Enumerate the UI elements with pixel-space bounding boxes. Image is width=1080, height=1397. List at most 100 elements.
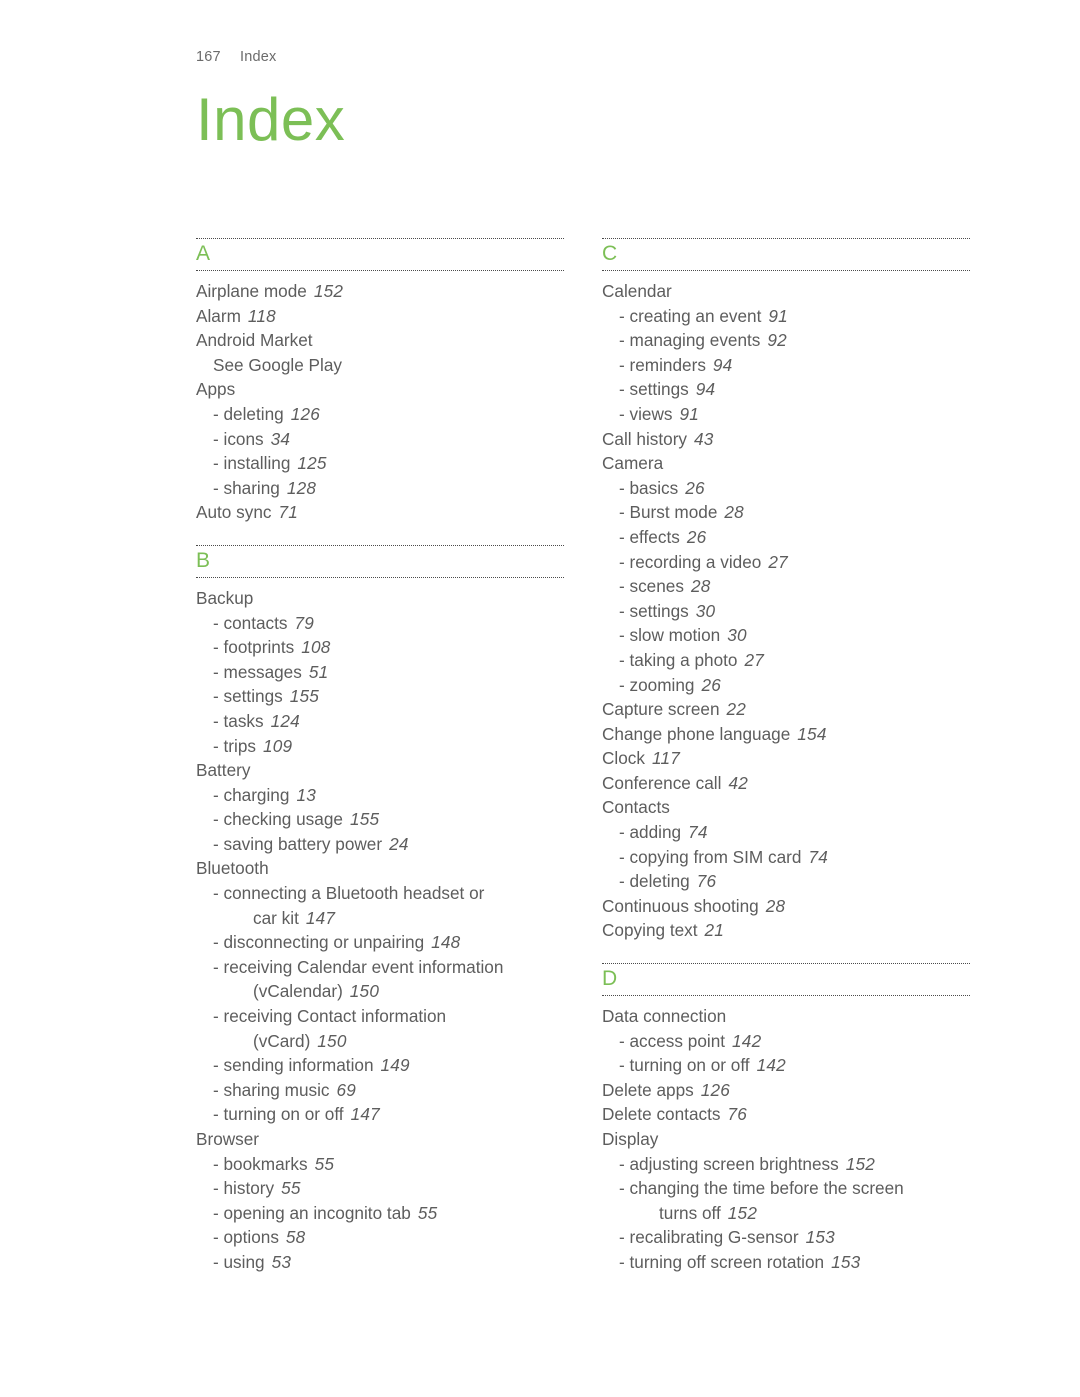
index-entry-page-number: 76 — [696, 871, 717, 892]
index-entry-page-number: 92 — [767, 330, 787, 351]
index-entry: - saving battery power 24 — [196, 832, 564, 857]
index-entry: Apps — [196, 377, 564, 402]
index-entry: (vCalendar) 150 — [196, 979, 564, 1004]
index-entry-page-number: 28 — [724, 502, 744, 523]
index-entry-label: - scenes — [619, 576, 684, 597]
index-entry-label: - managing events — [619, 330, 761, 351]
index-entry-label: - settings — [619, 600, 689, 621]
index-column: C Calendar - creating an event 91- managing… — [602, 238, 970, 1283]
index-entry: Copying text 21 — [602, 918, 970, 943]
index-entry: Auto sync 71 — [196, 500, 564, 525]
index-entry-label: Airplane mode — [196, 281, 307, 301]
index-entry: - slow motion 30 — [602, 623, 970, 648]
index-entry-label: Browser — [196, 1129, 260, 1149]
index-entry-label: Bluetooth — [196, 858, 269, 879]
index-entry: Backup — [196, 586, 564, 611]
index-entry-page-number: 155 — [349, 809, 380, 830]
index-entry: - effects 26 — [602, 525, 970, 550]
index-entry-page-number: 55 — [281, 1178, 301, 1199]
index-entry: car kit 147 — [196, 906, 564, 931]
index-entry-page-number: 152 — [845, 1153, 876, 1174]
index-entry-label: - settings — [619, 379, 689, 400]
index-entry-label: - footprints — [213, 637, 295, 658]
index-entry-label: Change phone language — [602, 723, 791, 744]
index-entry: Call history 43 — [602, 427, 970, 452]
index-entry-page-number: 51 — [308, 661, 329, 682]
index-entry: - trips 109 — [196, 734, 564, 759]
index-entry-page-number: 147 — [350, 1104, 380, 1125]
index-entry-page-number: 126 — [290, 403, 320, 424]
index-entry: - settings 94 — [602, 377, 970, 402]
index-entry-label: (vCard) — [253, 1030, 311, 1051]
index-entry-page-number: 150 — [317, 1030, 347, 1051]
index-entry: Data connection — [602, 1004, 970, 1029]
running-head: 167 Index — [196, 49, 276, 65]
index-entry: - sending information 149 — [196, 1053, 564, 1078]
index-entry: - footprints 108 — [196, 635, 564, 660]
index-entry-page-number: 53 — [271, 1251, 292, 1272]
index-entry: - checking usage 155 — [196, 807, 564, 832]
index-entry-page-number: 24 — [389, 833, 409, 854]
index-entry-page-number: 117 — [651, 748, 680, 769]
page-title: Index — [196, 86, 346, 153]
index-entry: - adding 74 — [602, 820, 970, 845]
index-entry: Battery — [196, 758, 564, 783]
index-entry: - icons 34 — [196, 427, 564, 452]
index-entry-label: Capture screen — [602, 699, 720, 720]
index-entry-label: Camera — [602, 453, 664, 474]
running-head-label: Index — [240, 49, 277, 65]
index-entry: - settings 155 — [196, 684, 564, 709]
index-entry: - turning off screen rotation 153 — [602, 1250, 970, 1275]
index-entry-page-number: 94 — [712, 354, 733, 375]
index-entry: - sharing music 69 — [196, 1078, 564, 1103]
index-entry-label: - changing the time before the screen — [619, 1178, 904, 1199]
index-entry-page-number: 91 — [768, 305, 788, 326]
index-columns: A Airplane mode 152 Alarm 118 Android Market S… — [196, 238, 970, 1283]
index-entry-label: - history — [213, 1178, 275, 1199]
index-entry-label: - access point — [619, 1030, 726, 1051]
index-entry: - managing events 92 — [602, 328, 970, 353]
index-entry-label: Call history — [602, 428, 688, 449]
index-entry: - receiving Calendar event information — [196, 955, 564, 980]
index-entry-label: - receiving Contact information — [213, 1006, 447, 1027]
index-entry: - turning on or off 142 — [602, 1053, 970, 1078]
index-entry: - charging 13 — [196, 783, 564, 808]
index-entry-page-number: 124 — [270, 710, 300, 731]
index-entry-label: - deleting — [619, 871, 690, 892]
index-entry-page-number: 69 — [336, 1079, 357, 1100]
index-entry-page-number: 55 — [417, 1202, 438, 1223]
index-entry-label: Apps — [196, 379, 236, 400]
index-entry-page-number: 152 — [727, 1202, 758, 1223]
index-entry-page-number: 71 — [278, 502, 299, 523]
index-entry: - installing 125 — [196, 451, 564, 476]
index-entry: - recording a video 27 — [602, 550, 970, 575]
index-entry-label: - disconnecting or unpairing — [213, 932, 425, 953]
index-entry-page-number: 74 — [688, 822, 708, 843]
index-letter-section: A Airplane mode 152 Alarm 118 Android Market S… — [196, 238, 564, 525]
index-entry: Android Market — [196, 328, 564, 353]
index-entry: - scenes 28 — [602, 574, 970, 599]
index-entry-page-number: 155 — [289, 686, 320, 707]
index-entry-page-number: 142 — [732, 1030, 762, 1051]
index-entry-label: Backup — [196, 587, 254, 608]
index-entry: - options 58 — [196, 1225, 564, 1250]
index-letter-section: C Calendar - creating an event 91- managing… — [602, 238, 970, 943]
index-entry: Browser — [196, 1127, 564, 1152]
index-entry-page-number: 108 — [301, 637, 331, 658]
index-entry: See Google Play — [196, 353, 564, 378]
index-entry-label: - taking a photo — [619, 649, 738, 670]
index-entry-label: - Burst mode — [619, 502, 718, 523]
index-entry-label: Contacts — [602, 797, 670, 818]
index-entry-label: - turning on or off — [213, 1104, 344, 1125]
index-entry-page-number: 13 — [296, 784, 316, 805]
index-entry-page-number: 149 — [380, 1055, 410, 1076]
index-entry: - messages 51 — [196, 660, 564, 685]
section-letter: A — [196, 242, 211, 265]
index-entry: - tasks 124 — [196, 709, 564, 734]
index-entry: - recalibrating G-sensor 153 — [602, 1225, 970, 1250]
index-entry-page-number: 30 — [727, 625, 747, 646]
index-entry-page-number: 22 — [726, 699, 747, 720]
index-entry: Delete contacts 76 — [602, 1102, 970, 1127]
index-entry-label: Auto sync — [196, 502, 272, 523]
index-entry-page-number: 58 — [285, 1227, 306, 1248]
